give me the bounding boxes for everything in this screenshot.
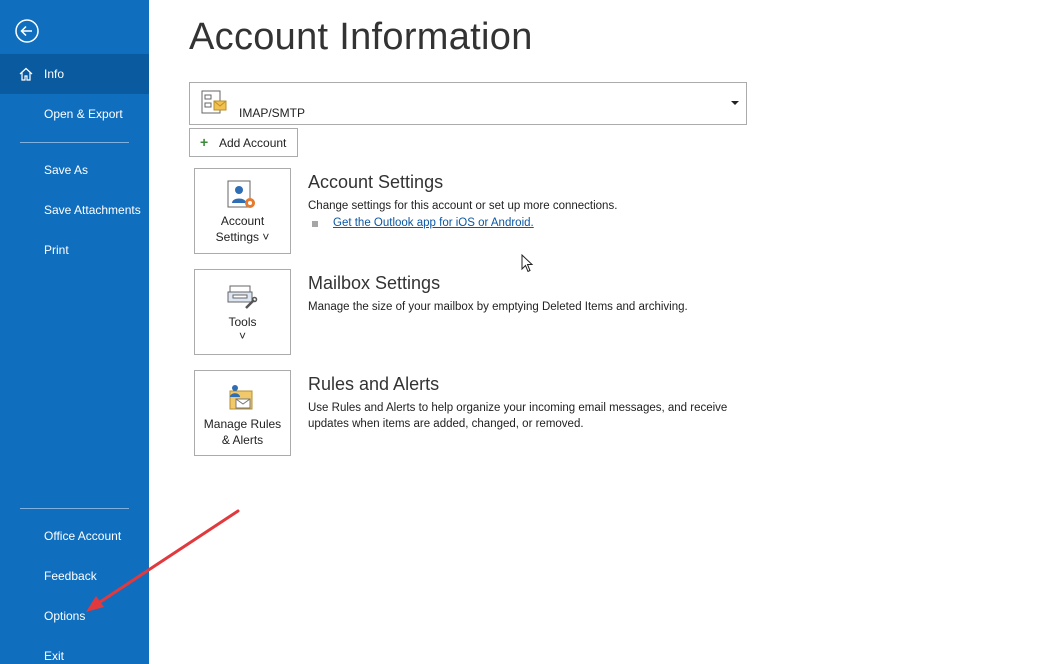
tile-label: & Alerts: [221, 433, 264, 447]
nav-item-options[interactable]: Options: [0, 596, 149, 636]
back-button[interactable]: [14, 18, 40, 44]
nav-item-label: Open & Export: [44, 107, 123, 121]
mailbox-settings-title: Mailbox Settings: [308, 273, 441, 293]
nav-item-print[interactable]: Print: [0, 230, 149, 270]
page-title: Account Information: [189, 16, 533, 58]
nav-item-feedback[interactable]: Feedback: [0, 556, 149, 596]
manage-rules-alerts-button[interactable]: Manage Rules & Alerts: [194, 370, 291, 456]
outlook-backstage: Info Open & Export Save As Save Attachme…: [0, 0, 1052, 664]
sidebar-divider: [20, 508, 129, 509]
nav-item-info[interactable]: Info: [0, 54, 149, 94]
nav-item-label: Save Attachments: [44, 203, 141, 217]
account-settings-icon: [227, 180, 255, 208]
nav-item-label: Save As: [44, 163, 89, 177]
nav-item-label: Options: [44, 609, 86, 623]
nav-item-office-account[interactable]: Office Account: [0, 516, 149, 556]
rules-alerts-description-line2: updates when items are added, changed, o…: [308, 418, 584, 430]
add-account-button[interactable]: + Add Account: [189, 128, 298, 157]
nav-item-label: Print: [44, 243, 69, 257]
nav-item-open-export[interactable]: Open & Export: [0, 94, 149, 134]
rules-alerts-description-line1: Use Rules and Alerts to help organize yo…: [308, 402, 728, 414]
outlook-mobile-link[interactable]: Get the Outlook app for iOS or Android.: [333, 217, 534, 229]
back-arrow-icon: [15, 19, 39, 43]
nav-item-label: Info: [44, 67, 65, 81]
tile-label: Account: [220, 214, 265, 228]
tile-label: Settings ˅: [215, 230, 270, 244]
chevron-down-icon: [731, 101, 739, 105]
account-settings-button[interactable]: Account Settings ˅: [194, 168, 291, 254]
add-account-label: Add Account: [219, 136, 287, 150]
account-selector[interactable]: IMAP/SMTP: [189, 82, 747, 125]
rules-alerts-title: Rules and Alerts: [308, 374, 440, 394]
tile-label: Manage Rules: [203, 417, 282, 431]
tools-icon: [227, 285, 258, 309]
account-settings-title: Account Settings: [308, 172, 444, 192]
rules-alerts-icon: [229, 385, 253, 410]
nav-item-label: Exit: [44, 649, 65, 663]
mailbox-settings-description: Manage the size of your mailbox by empty…: [308, 301, 688, 313]
backstage-sidebar: Info Open & Export Save As Save Attachme…: [0, 0, 149, 664]
tile-label: ˅: [238, 329, 246, 343]
account-selector-value: IMAP/SMTP: [239, 106, 306, 120]
tools-button[interactable]: Tools ˅: [194, 269, 291, 355]
nav-item-exit[interactable]: Exit: [0, 636, 149, 664]
plus-icon: +: [200, 134, 209, 150]
account-card-icon: [201, 90, 227, 114]
bullet: [312, 221, 318, 227]
sidebar-divider: [20, 142, 129, 143]
nav-item-label: Feedback: [44, 569, 97, 583]
mouse-cursor-icon: [521, 254, 534, 273]
nav-item-label: Office Account: [44, 529, 122, 543]
nav-item-save-attachments[interactable]: Save Attachments: [0, 190, 149, 230]
account-settings-description: Change settings for this account or set …: [308, 200, 618, 212]
home-icon: [19, 67, 33, 81]
nav-item-save-as[interactable]: Save As: [0, 150, 149, 190]
